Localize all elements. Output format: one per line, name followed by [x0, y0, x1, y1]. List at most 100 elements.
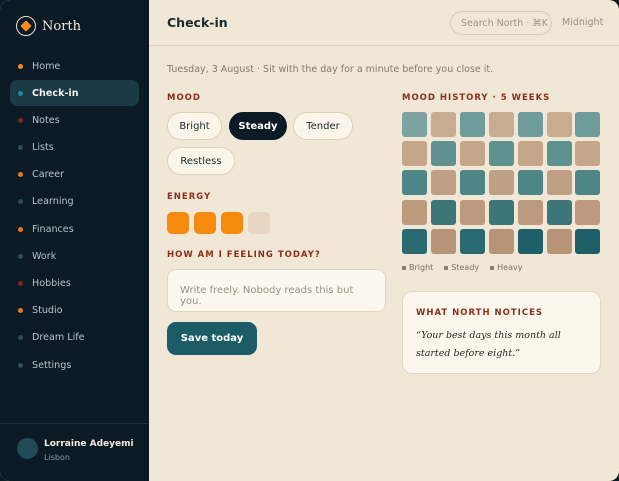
sidebar-item-check-in[interactable]: Check-in	[10, 80, 139, 107]
header: Check-in Search North · ⌘K Midnight	[149, 0, 619, 46]
sidebar-item-studio[interactable]: Studio	[10, 298, 139, 324]
sidebar-item-finances[interactable]: Finances	[10, 216, 139, 242]
energy-label: ENERGY	[167, 192, 212, 202]
nav-dot-icon	[18, 172, 23, 178]
nav-dot-icon	[18, 199, 23, 205]
brand-name: North	[42, 18, 82, 34]
history-day-cell[interactable]	[488, 170, 514, 196]
feeling-label: HOW AM I FEELING TODAY?	[167, 250, 321, 260]
history-day-cell[interactable]	[402, 199, 427, 225]
legend-label: Heavy	[497, 263, 523, 272]
history-day-cell[interactable]	[546, 141, 572, 167]
north-logo-icon	[16, 16, 36, 36]
sidebar-item-label: Career	[32, 169, 65, 181]
mood-chip-tender[interactable]: Tender	[293, 112, 353, 140]
history-legend: Bright Steady Heavy	[402, 263, 533, 272]
mood-label: MOOD	[167, 93, 201, 103]
history-day-cell[interactable]	[517, 112, 543, 137]
history-day-cell[interactable]	[546, 112, 572, 137]
legend-swatch-icon	[444, 265, 449, 270]
history-day-cell[interactable]	[459, 228, 485, 254]
history-day-cell[interactable]	[575, 112, 601, 137]
notice-quote: “Your best days this month all started b…	[416, 330, 561, 359]
history-day-cell[interactable]	[430, 228, 456, 254]
sidebar-item-hobbies[interactable]: Hobbies	[10, 271, 139, 297]
date-line: Tuesday, 3 August · Sit with the day for…	[167, 64, 494, 75]
sidebar-item-label: Studio	[32, 305, 63, 317]
sidebar-item-label: Home	[32, 60, 61, 72]
sidebar-item-label: Check-in	[32, 87, 79, 99]
history-day-cell[interactable]	[575, 141, 601, 167]
nav-dot-icon	[18, 90, 23, 96]
sidebar-item-notes[interactable]: Notes	[10, 107, 139, 133]
history-day-cell[interactable]	[488, 112, 514, 137]
brand[interactable]: North	[16, 16, 81, 36]
history-day-cell[interactable]	[517, 228, 543, 254]
mood-chip-bright[interactable]: Bright	[167, 112, 222, 140]
legend-label: Steady	[451, 263, 480, 272]
sidebar-item-dream-life[interactable]: Dream Life	[10, 325, 139, 351]
sidebar-item-label: Notes	[32, 114, 60, 126]
sidebar-item-lists[interactable]: Lists	[10, 135, 139, 161]
search-input[interactable]: Search North · ⌘K	[450, 11, 552, 35]
energy-level-3[interactable]	[221, 212, 243, 234]
nav-dot-icon	[18, 226, 23, 232]
history-day-cell[interactable]	[546, 199, 572, 225]
history-day-cell[interactable]	[402, 170, 427, 196]
history-day-cell[interactable]	[488, 228, 514, 254]
sidebar-item-settings[interactable]: Settings	[10, 352, 139, 378]
history-day-cell[interactable]	[430, 141, 456, 167]
save-button[interactable]: Save today	[167, 322, 257, 355]
legend-swatch-icon	[490, 265, 495, 270]
nav-dot-icon	[18, 63, 23, 69]
history-day-cell[interactable]	[459, 112, 485, 137]
history-day-cell[interactable]	[575, 199, 601, 225]
feeling-textarea[interactable]: Write freely. Nobody reads this but you.	[167, 269, 386, 312]
nav-dot-icon	[18, 145, 23, 151]
sidebar-item-work[interactable]: Work	[10, 243, 139, 269]
history-day-cell[interactable]	[402, 228, 427, 254]
history-day-cell[interactable]	[517, 199, 543, 225]
nav-dot-icon	[18, 253, 23, 259]
sidebar: North Home Check-in Notes Lists Career Learni…	[0, 0, 149, 481]
energy-level-2[interactable]	[194, 212, 216, 234]
history-day-cell[interactable]	[575, 170, 601, 196]
legend-item: Steady	[444, 263, 479, 272]
legend-label: Bright	[409, 263, 434, 272]
user-location: Lisbon	[44, 453, 70, 462]
history-day-cell[interactable]	[402, 112, 427, 137]
nav-dot-icon	[18, 308, 23, 314]
nav-dot-icon	[18, 362, 23, 368]
legend-item: Bright	[402, 263, 433, 272]
history-day-cell[interactable]	[575, 228, 601, 254]
history-day-cell[interactable]	[459, 199, 485, 225]
history-day-cell[interactable]	[517, 170, 543, 196]
sidebar-item-learning[interactable]: Learning	[10, 189, 139, 215]
history-day-cell[interactable]	[546, 170, 572, 196]
sidebar-nav: Home Check-in Notes Lists Career Learning Fina…	[10, 53, 139, 379]
energy-level-1[interactable]	[167, 212, 189, 234]
nav-dot-icon	[18, 117, 23, 123]
history-day-cell[interactable]	[430, 112, 456, 137]
history-day-cell[interactable]	[459, 141, 485, 167]
history-day-cell[interactable]	[459, 170, 485, 196]
history-day-cell[interactable]	[546, 228, 572, 254]
nav-dot-icon	[18, 281, 23, 286]
energy-level-4[interactable]	[248, 212, 270, 234]
history-day-cell[interactable]	[430, 170, 456, 196]
sidebar-item-home[interactable]: Home	[10, 53, 139, 79]
legend-item: Heavy	[490, 263, 522, 272]
history-day-cell[interactable]	[430, 199, 456, 225]
sidebar-item-career[interactable]: Career	[10, 162, 139, 188]
mood-history-grid	[402, 112, 601, 255]
history-day-cell[interactable]	[517, 141, 543, 167]
history-day-cell[interactable]	[488, 199, 514, 225]
history-day-cell[interactable]	[402, 141, 427, 167]
mood-chip-steady[interactable]: Steady	[229, 112, 287, 140]
nav-dot-icon	[18, 335, 23, 341]
user-profile[interactable]: Lorraine Adeyemi Lisbon	[0, 423, 149, 481]
theme-toggle[interactable]: Midnight	[562, 17, 603, 28]
user-name: Lorraine Adeyemi	[44, 439, 134, 449]
mood-chip-restless[interactable]: Restless	[167, 147, 235, 175]
history-day-cell[interactable]	[488, 141, 514, 167]
